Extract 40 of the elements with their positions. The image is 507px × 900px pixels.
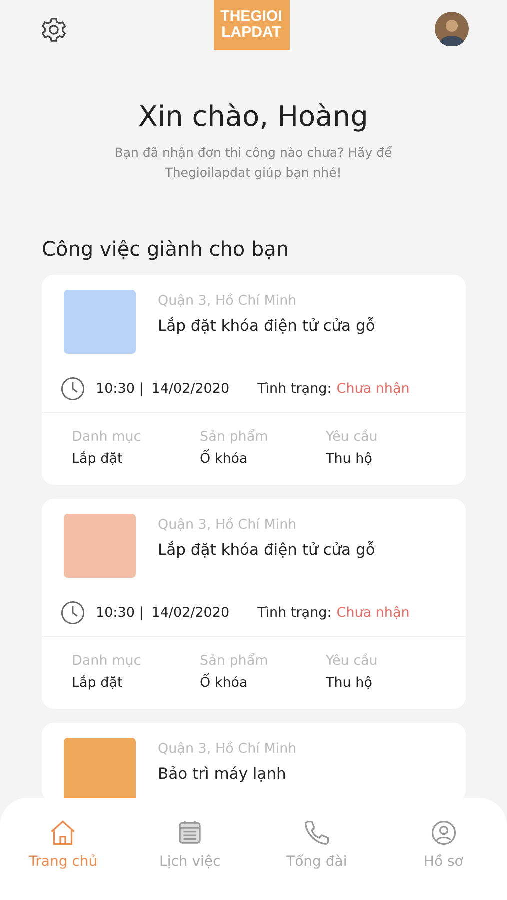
job-date: 14/02/2020 — [152, 381, 230, 397]
detail-label: Yêu cầu — [326, 429, 379, 445]
job-location: Quận 3, Hồ Chí Minh — [158, 741, 297, 757]
status-label: Tình trạng: — [258, 605, 332, 621]
job-title: Bảo trì máy lạnh — [158, 765, 288, 783]
status-label: Tình trạng: — [258, 381, 332, 397]
detail-value: Lắp đặt — [72, 451, 124, 467]
clock-icon — [60, 376, 86, 402]
nav-tab[interactable]: Hồ sơ — [394, 818, 494, 882]
job-title: Lắp đặt khóa điện tử cửa gỗ — [158, 317, 376, 335]
job-date: 14/02/2020 — [152, 605, 230, 621]
nav-tab[interactable]: Trang chủ — [13, 818, 114, 882]
avatar[interactable] — [435, 12, 469, 46]
job-status: Chưa nhận — [336, 605, 410, 621]
job-card[interactable]: Quận 3, Hồ Chí Minh Lắp đặt khóa điện tử cửa gỗ 10:30 | 14/02/2020 Tình trạng: Chưa nhận Danh mục Sản phẩm Yêu cầu Lắp đặt Ổ khóa Thu hộ — [42, 275, 466, 485]
detail-label: Danh mục — [72, 429, 142, 445]
detail-value: Ổ khóa — [200, 675, 326, 691]
job-card[interactable]: Quận 3, Hồ Chí Minh Lắp đặt khóa điện tử cửa gỗ 10:30 | 14/02/2020 Tình trạng: Chưa nhận Danh mục Sản phẩm Yêu cầu Lắp đặt Ổ khóa Thu hộ — [42, 499, 466, 709]
detail-label: Sản phẩm — [200, 653, 270, 669]
greeting-title: Xin chào, Hoàng — [138, 100, 370, 133]
nav-tab[interactable]: Lịch việc — [140, 818, 240, 882]
job-title: Lắp đặt khóa điện tử cửa gỗ — [158, 541, 376, 559]
settings-icon[interactable] — [40, 16, 68, 44]
job-location: Quận 3, Hồ Chí Minh — [158, 517, 298, 533]
job-location: Quận 3, Hồ Chí Minh — [158, 293, 298, 309]
job-time: 10:30 | — [96, 381, 144, 397]
detail-label: Yêu cầu — [326, 653, 379, 669]
detail-value: Thu hộ — [326, 451, 374, 467]
detail-value: Thu hộ — [326, 675, 374, 691]
greeting-subtitle: Bạn đã nhận đơn thi công nào chưa? Hãy để Thegioilapdat giúp bạn nhé! — [114, 144, 394, 182]
detail-label: Danh mục — [72, 653, 142, 669]
logo: THEGIOI LAPDAT — [214, 0, 290, 50]
section-title: Công việc giành cho bạn — [42, 237, 290, 261]
detail-label: Sản phẩm — [200, 429, 270, 445]
detail-value: Lắp đặt — [72, 675, 124, 691]
detail-value: Ổ khóa — [200, 451, 326, 467]
job-time: 10:30 | — [96, 605, 144, 621]
nav-tab[interactable]: Tổng đài — [266, 818, 367, 882]
clock-icon — [60, 600, 86, 626]
job-status: Chưa nhận — [336, 381, 410, 397]
